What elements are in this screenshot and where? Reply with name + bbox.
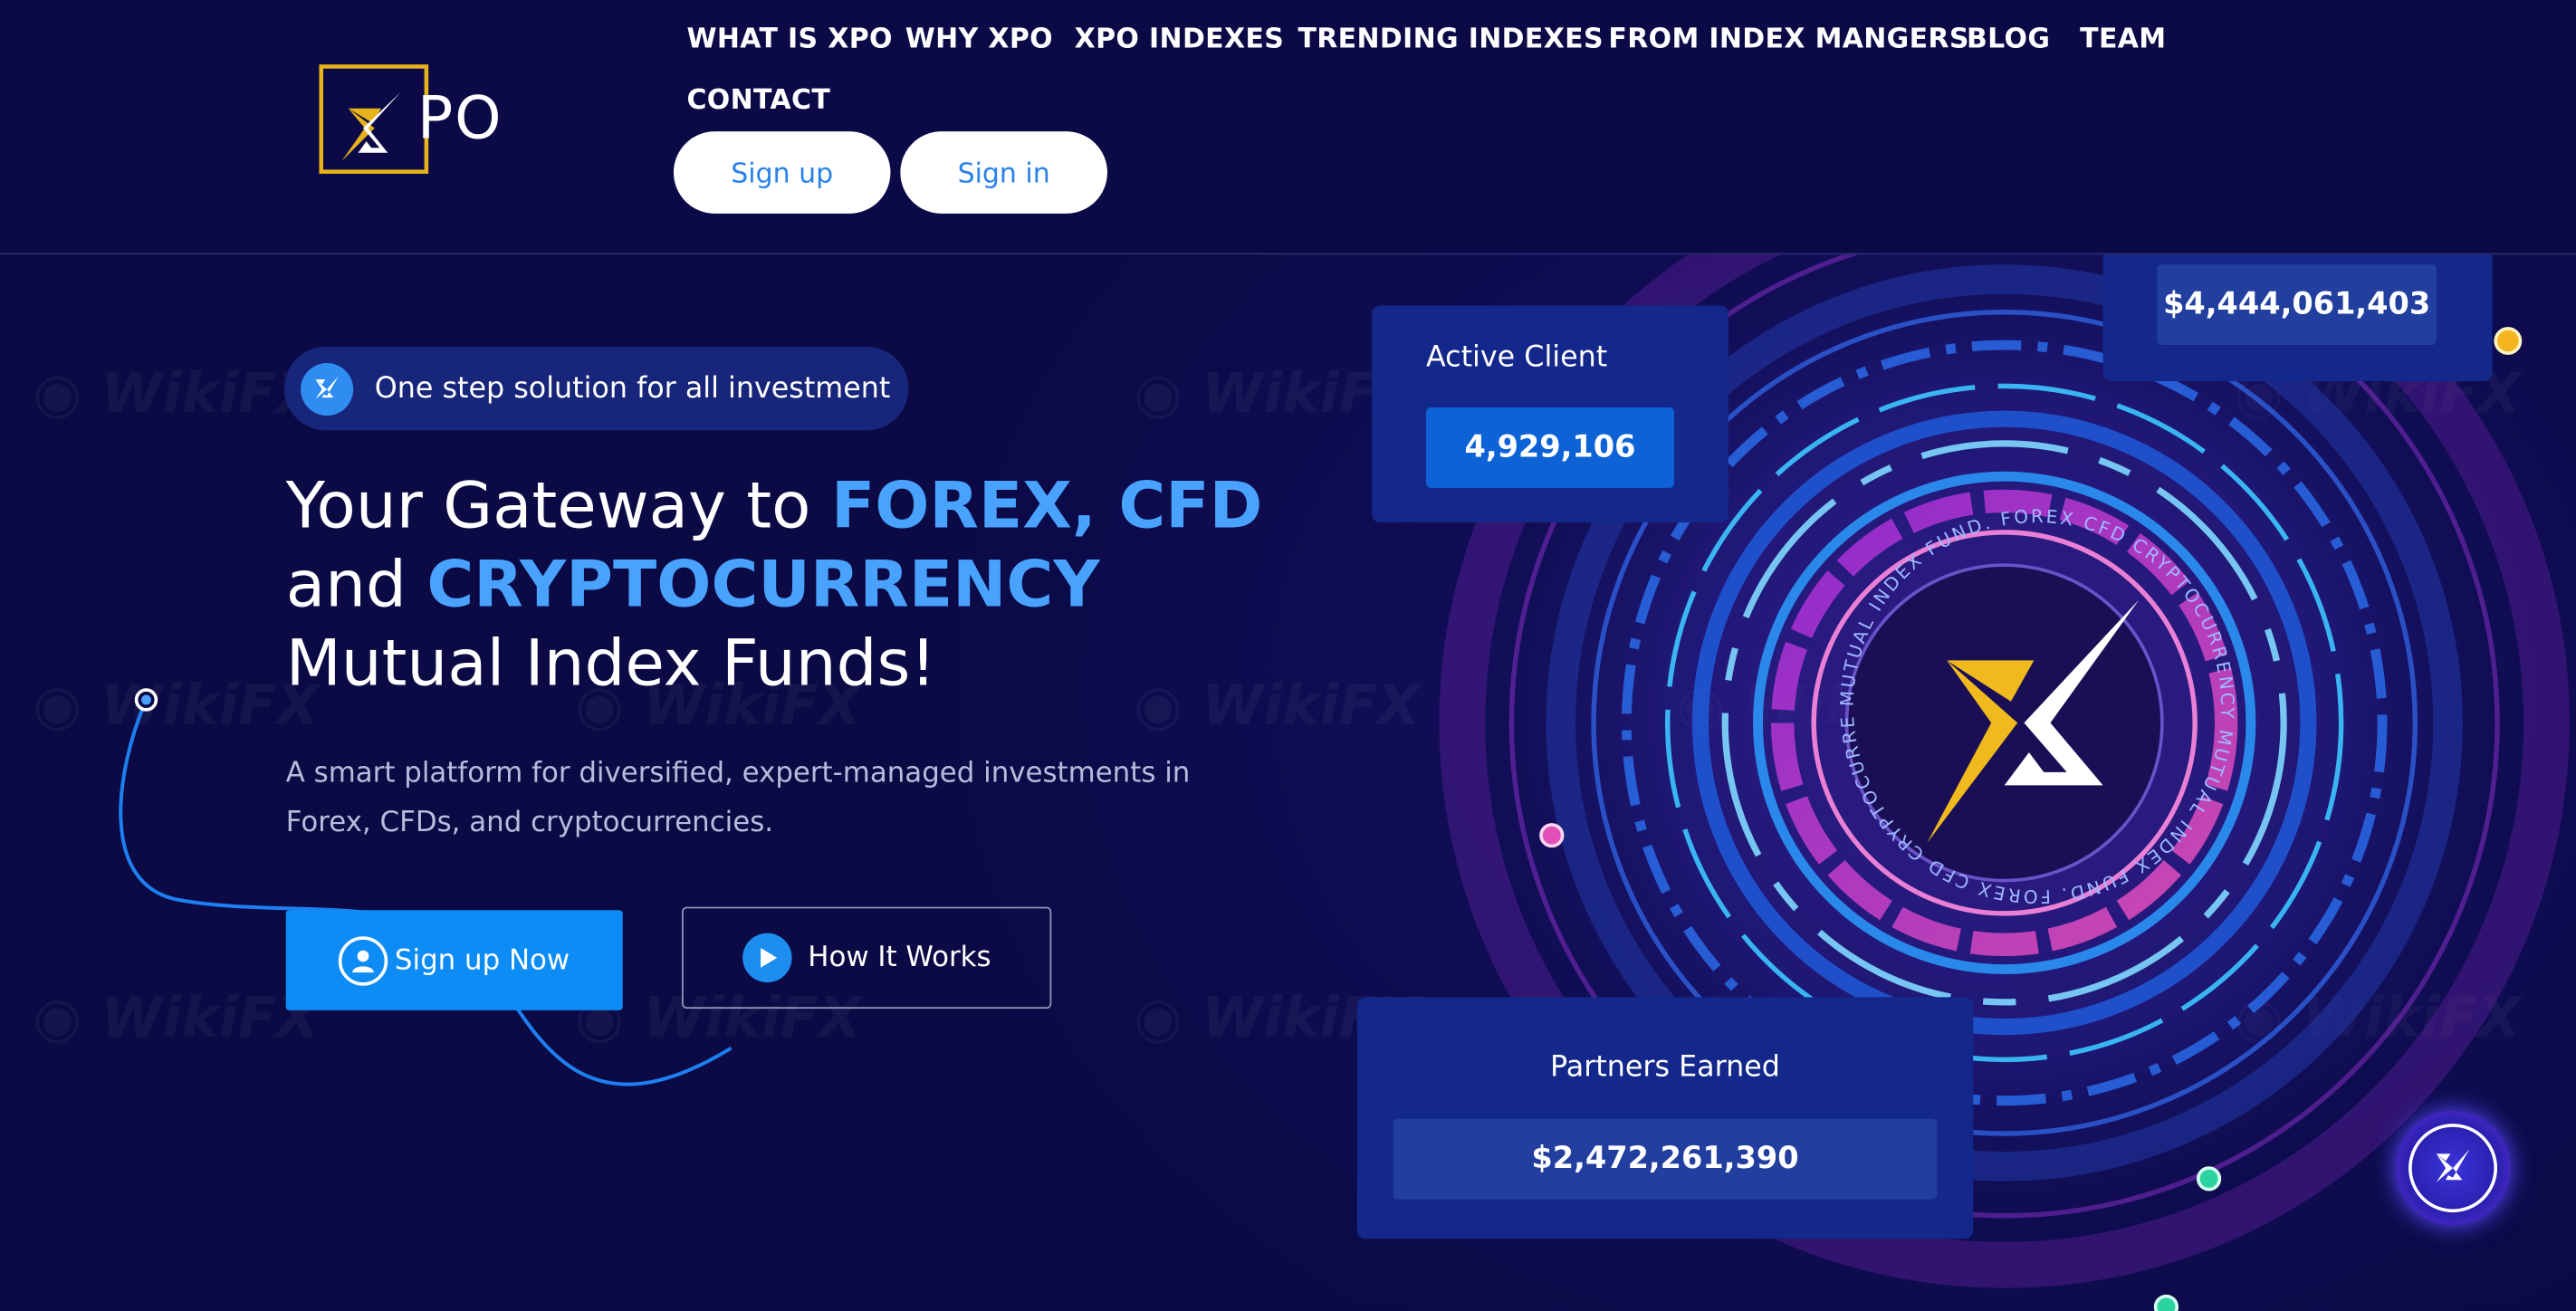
floating-chat-button[interactable] xyxy=(2395,1110,2511,1226)
page: ◉ WikiFX ◉ WikiFX ◉ WikiFX ◉ WikiFX ◉ Wi… xyxy=(0,0,2576,1311)
nav-contact[interactable]: CONTACT xyxy=(686,84,830,115)
site-header: PO WHAT IS XPO WHY XPO XPO INDEXES TREND… xyxy=(0,0,2576,255)
hero-headline: Your Gateway to FOREX, CFD and CRYPTOCUR… xyxy=(286,468,1305,704)
user-icon xyxy=(339,935,388,985)
how-it-works-label: How It Works xyxy=(808,941,991,974)
headline-part1: Your Gateway to xyxy=(285,469,831,544)
signup-button[interactable]: Sign up xyxy=(673,131,891,214)
signup-now-label: Sign up Now xyxy=(394,943,570,977)
signin-button[interactable]: Sign in xyxy=(900,131,1107,214)
play-icon xyxy=(742,933,792,983)
nav-from-index-managers[interactable]: FROM INDEX MANGERS xyxy=(1608,23,1968,53)
svg-text:MUTUAL INDEX FUND. FOREX CFD C: MUTUAL INDEX FUND. FOREX CFD CRYPTOCURRE… xyxy=(1824,493,2238,907)
headline-part2: and xyxy=(285,549,427,623)
nav-xpo-indexes[interactable]: XPO INDEXES xyxy=(1075,23,1284,53)
total-value-card: $4,444,061,403 xyxy=(2102,246,2493,381)
emblem-ring-text: MUTUAL INDEX FUND. FOREX CFD CRYPTOCURRE… xyxy=(1815,475,2251,920)
decor-dot-green xyxy=(2196,1166,2222,1191)
headline-highlight-crypto: CRYPTOCURRENCY xyxy=(426,549,1100,623)
partners-earned-value: $2,472,261,390 xyxy=(1393,1118,1938,1200)
nav-blog[interactable]: BLOG xyxy=(1967,23,2050,53)
xpo-chat-icon xyxy=(2408,1124,2498,1213)
nav-team[interactable]: TEAM xyxy=(2080,23,2166,53)
xpo-logo[interactable]: PO xyxy=(319,62,516,177)
headline-part3: Mutual Index Funds! xyxy=(285,627,936,702)
active-client-value: 4,929,106 xyxy=(1425,407,1674,488)
xpo-mark-icon xyxy=(301,362,354,416)
ring-text: MUTUAL INDEX FUND. FOREX CFD CRYPTOCURRE… xyxy=(1815,475,2236,907)
nav-why-xpo[interactable]: WHY XPO xyxy=(905,23,1053,53)
active-client-card: Active Client 4,929,106 xyxy=(1372,305,1729,523)
logo-text: PO xyxy=(417,85,503,153)
partners-earned-label: Partners Earned xyxy=(1550,1051,1780,1085)
hero-description: A smart platform for diversified, expert… xyxy=(285,757,1191,840)
nav-trending-indexes[interactable]: TRENDING INDEXES xyxy=(1298,23,1603,53)
total-value: $4,444,061,403 xyxy=(2157,264,2437,346)
how-it-works-button[interactable]: How It Works xyxy=(682,906,1052,1010)
partners-earned-card: Partners Earned $2,472,261,390 xyxy=(1356,997,1974,1239)
tagline-text: One step solution for all investment xyxy=(374,371,891,406)
decor-dot-pink xyxy=(1539,823,1565,848)
headline-highlight-forex-cfd: FOREX, CFD xyxy=(830,469,1263,544)
tagline-badge: One step solution for all investment xyxy=(283,346,909,431)
active-client-label: Active Client xyxy=(1425,341,1608,375)
decor-dot-orange xyxy=(2494,327,2523,355)
signup-now-button[interactable]: Sign up Now xyxy=(285,910,623,1010)
nav-what-is-xpo[interactable]: WHAT IS XPO xyxy=(686,23,892,53)
